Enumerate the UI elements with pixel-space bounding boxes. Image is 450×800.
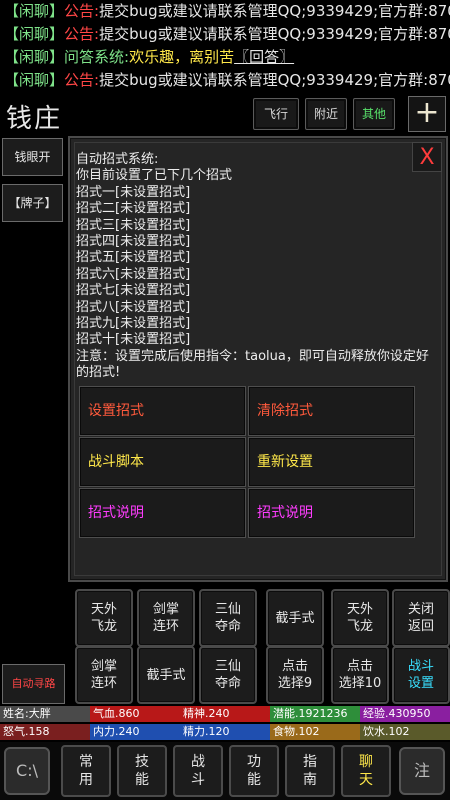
select-slot-10-button[interactable]: 点击 选择10: [331, 646, 389, 704]
move-slot: 招式一[未设置招式]: [76, 184, 191, 200]
stat-energy: 精力.120: [180, 724, 270, 740]
move-slot: 招式四[未设置招式]: [76, 234, 191, 250]
panel-note: 注意：设置完成后使用指令：taolua，即可自动释放你设定好的招式!: [76, 348, 429, 381]
skill-button[interactable]: 三仙 夺命: [199, 589, 257, 647]
battle-settings-button[interactable]: 战斗 设置: [392, 646, 450, 704]
panel-subtitle: 你目前设置了已下几个招式: [76, 168, 233, 184]
note-icon[interactable]: 注: [399, 747, 445, 795]
stat-name: 姓名:大胖: [0, 706, 90, 722]
stat-experience: 经验.430950: [360, 706, 450, 722]
nav-guide[interactable]: 指南: [285, 745, 335, 797]
fly-button[interactable]: 飞行: [253, 98, 299, 130]
nav-common[interactable]: 常用: [61, 745, 111, 797]
move-help-button[interactable]: 招式说明: [79, 488, 246, 538]
move-slot: 招式七[未设置招式]: [76, 283, 191, 299]
auto-path-button[interactable]: 自动寻路: [2, 664, 65, 704]
chat-source: 问答系统:: [64, 48, 130, 66]
nearby-button[interactable]: 附近: [305, 98, 347, 130]
stat-internal-power: 内力.240: [90, 724, 180, 740]
chat-line[interactable]: 【闲聊】问答系统:欢乐趣，离别苦〖回答〗: [0, 46, 450, 69]
reset-button[interactable]: 重新设置: [248, 437, 415, 487]
chat-message: 提交bug或建议请联系管理QQ;9339429;官方群:8708: [99, 2, 450, 20]
answer-link[interactable]: 〖回答〗: [234, 48, 294, 66]
chat-channel-tag: 【闲聊】: [4, 25, 65, 43]
terminal-icon[interactable]: C:\: [4, 747, 50, 795]
chat-channel-tag: 【闲聊】: [4, 48, 65, 66]
chat-line[interactable]: 【闲聊】公告:提交bug或建议请联系管理QQ;9339429;官方群:8708: [0, 69, 450, 91]
select-slot-9-button[interactable]: 点击 选择9: [266, 646, 324, 704]
close-return-button[interactable]: 关闭 返回: [392, 589, 450, 647]
skill-button[interactable]: 截手式: [137, 646, 195, 704]
other-button[interactable]: 其他: [353, 98, 395, 130]
skill-button[interactable]: 天外 飞龙: [331, 589, 389, 647]
npc-button-qianyankai[interactable]: 钱眼开: [2, 138, 63, 176]
battle-script-button[interactable]: 战斗脚本: [79, 437, 246, 487]
stat-rage: 怒气.158: [0, 724, 90, 740]
move-help-button-2[interactable]: 招式说明: [248, 488, 415, 538]
move-slot: 招式二[未设置招式]: [76, 201, 191, 217]
move-slot: 招式六[未设置招式]: [76, 266, 191, 282]
bottom-nav: C:\ 常用 技能 战斗 功能 指南 聊天 注: [0, 742, 450, 800]
sign-button[interactable]: 【牌子】: [2, 184, 63, 222]
nav-battle[interactable]: 战斗: [173, 745, 223, 797]
stat-hp: 气血.860: [90, 706, 180, 722]
chat-source: 公告:: [64, 2, 100, 20]
move-slot: 招式五[未设置招式]: [76, 250, 191, 266]
chat-source: 公告:: [64, 71, 100, 89]
chat-line[interactable]: 【闲聊】公告:提交bug或建议请联系管理QQ;9339429;官方群:8708: [0, 23, 450, 46]
move-slot: 招式八[未设置招式]: [76, 299, 191, 315]
stat-spirit: 精神.240: [180, 706, 270, 722]
location-header: 钱庄 飞行 附近 其他 +: [0, 92, 450, 136]
skill-button[interactable]: 剑掌 连环: [137, 589, 195, 647]
chat-line[interactable]: 【闲聊】公告:提交bug或建议请联系管理QQ;9339429;官方群:8708: [0, 0, 450, 23]
panel-text: 自动招式系统: 你目前设置了已下几个招式 招式一[未设置招式] 招式二[未设置招…: [76, 152, 438, 382]
chat-message: 提交bug或建议请联系管理QQ;9339429;官方群:8708: [99, 71, 450, 89]
chat-message: 欢乐趣，离别苦: [129, 48, 235, 66]
move-slot: 招式十[未设置招式]: [76, 332, 191, 348]
chat-channel-tag: 【闲聊】: [4, 2, 65, 20]
skill-button[interactable]: 三仙 夺命: [199, 646, 257, 704]
nav-skills[interactable]: 技能: [117, 745, 167, 797]
set-moves-button[interactable]: 设置招式: [79, 386, 246, 436]
skill-button[interactable]: 剑掌 连环: [75, 646, 133, 704]
stat-water: 饮水.102: [360, 724, 450, 740]
plus-button[interactable]: +: [408, 96, 446, 132]
auto-move-panel: X 自动招式系统: 你目前设置了已下几个招式 招式一[未设置招式] 招式二[未设…: [68, 136, 448, 582]
chat-log: 【闲聊】公告:提交bug或建议请联系管理QQ;9339429;官方群:8708 …: [0, 0, 450, 91]
move-slot: 招式九[未设置招式]: [76, 316, 191, 332]
stat-potential: 潜能.1921236: [270, 706, 360, 722]
stat-food: 食物.102: [270, 724, 360, 740]
clear-moves-button[interactable]: 清除招式: [248, 386, 415, 436]
skill-button[interactable]: 天外 飞龙: [75, 589, 133, 647]
location-title: 钱庄: [6, 104, 63, 134]
nav-chat[interactable]: 聊天: [341, 745, 391, 797]
panel-title: 自动招式系统:: [76, 152, 159, 167]
skill-button[interactable]: 截手式: [266, 589, 324, 647]
move-slot: 招式三[未设置招式]: [76, 217, 191, 233]
nav-functions[interactable]: 功能: [229, 745, 279, 797]
chat-source: 公告:: [64, 25, 100, 43]
chat-message: 提交bug或建议请联系管理QQ;9339429;官方群:8708: [99, 25, 450, 43]
chat-channel-tag: 【闲聊】: [4, 71, 65, 89]
